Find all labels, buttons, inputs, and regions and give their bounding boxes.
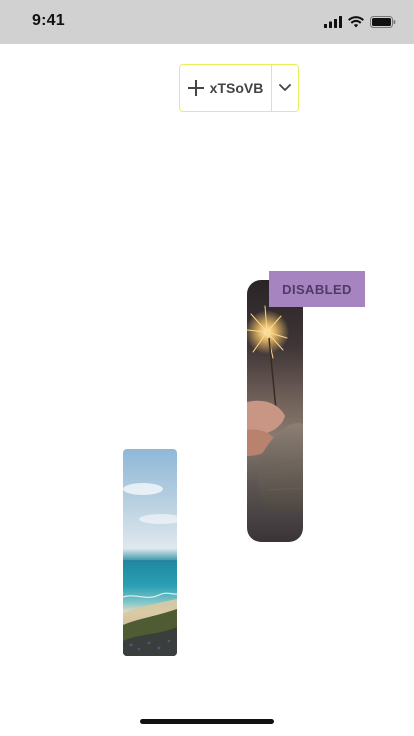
disabled-button: DISABLED bbox=[269, 271, 365, 307]
split-button-main[interactable]: xTSoVB bbox=[180, 65, 272, 111]
split-button: xTSoVB bbox=[179, 64, 299, 112]
status-icons bbox=[324, 15, 396, 29]
wifi-icon bbox=[348, 16, 364, 28]
sparkler-image bbox=[247, 280, 303, 542]
status-time: 9:41 bbox=[32, 12, 65, 29]
status-bar: 9:41 bbox=[0, 0, 414, 44]
plus-icon bbox=[187, 80, 204, 96]
split-button-toggle[interactable] bbox=[272, 65, 298, 111]
beach-image bbox=[123, 449, 177, 656]
battery-icon bbox=[370, 16, 396, 28]
split-button-label: xTSoVB bbox=[209, 80, 264, 96]
beach-illustration bbox=[123, 483, 177, 656]
chevron-down-icon bbox=[279, 84, 291, 91]
home-indicator[interactable] bbox=[140, 719, 274, 724]
sparkler-illustration bbox=[247, 305, 303, 510]
cellular-signal-icon bbox=[324, 16, 342, 28]
